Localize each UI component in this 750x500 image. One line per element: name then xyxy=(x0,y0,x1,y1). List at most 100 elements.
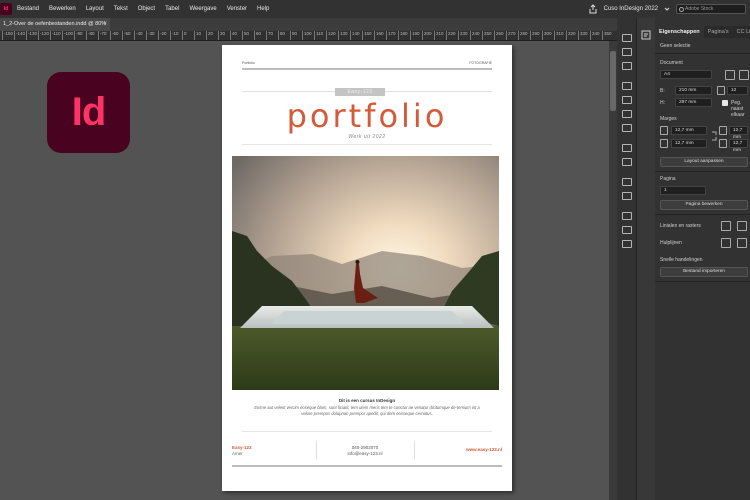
margin-bottom-field[interactable]: 12,7 mm xyxy=(671,139,707,148)
ruler-tick: 0 xyxy=(182,31,187,40)
ruler-tick: -120 xyxy=(38,31,49,40)
link-margins-icon[interactable] xyxy=(711,131,717,141)
color-icon[interactable] xyxy=(622,110,632,118)
ruler-tick: 330 xyxy=(578,31,588,40)
portrait-orientation-icon[interactable] xyxy=(725,70,735,80)
brand-badge: Easy-123 xyxy=(335,88,385,96)
document-tab-label: 1_2-Over de oefenbestanden.indd @ 80% xyxy=(3,21,107,27)
ruler-tick: 280 xyxy=(518,31,528,40)
document-page[interactable]: Portfolio FOTOGRAFIE Easy-123 portfolio … xyxy=(222,45,512,491)
menu-venster[interactable]: Venster xyxy=(222,6,252,12)
menu-weergave[interactable]: Weergave xyxy=(184,6,221,12)
edit-page-button[interactable]: Pagina bewerken xyxy=(660,200,748,210)
workspace-switcher[interactable]: Cuso InDesign 2022 xyxy=(604,6,658,12)
landscape-orientation-icon[interactable] xyxy=(739,70,749,80)
footer-separator xyxy=(316,441,317,459)
align-icon[interactable] xyxy=(622,192,632,200)
tab-pages[interactable]: Pagina's xyxy=(704,26,733,38)
footer-email: info@easy-123.nl xyxy=(347,451,383,456)
cover-photo[interactable] xyxy=(232,156,499,390)
cell-styles-icon[interactable] xyxy=(622,240,632,248)
ruler-tick: -150 xyxy=(2,31,13,40)
ruler-tick: -20 xyxy=(158,31,167,40)
panel-icon-strip-2 xyxy=(637,18,655,500)
swatches-icon[interactable] xyxy=(622,96,632,104)
menu-object[interactable]: Object xyxy=(133,6,160,12)
gradient-icon[interactable] xyxy=(622,124,632,132)
footer-website: www.easy-123.nl xyxy=(466,447,502,452)
pages-count-field[interactable]: 12 xyxy=(727,86,748,95)
tab-cc-libraries[interactable]: CC Libraries xyxy=(733,26,750,38)
grass xyxy=(232,326,499,390)
margin-right-field[interactable]: 12,7 mm xyxy=(729,139,748,153)
ruler-tick: 20 xyxy=(206,31,213,40)
rulers-grids-label: Linialen en rasters xyxy=(660,223,701,229)
document-tab[interactable]: 1_2-Over de oefenbestanden.indd @ 80% × xyxy=(0,18,110,31)
facing-pages-checkbox[interactable] xyxy=(722,100,728,106)
smart-guides-icon[interactable] xyxy=(737,238,747,248)
menu-help[interactable]: Help xyxy=(252,6,274,12)
indesign-app-icon[interactable]: Id xyxy=(0,3,12,15)
menu-bestand[interactable]: Bestand xyxy=(12,6,44,12)
ruler-tick: 230 xyxy=(458,31,468,40)
ruler-tick: -50 xyxy=(122,31,131,40)
menu-tekst[interactable]: Tekst xyxy=(109,6,133,12)
text-wrap-icon[interactable] xyxy=(622,178,632,186)
pages-count-icon xyxy=(717,86,725,95)
paragraph-styles-icon[interactable] xyxy=(622,158,632,166)
panel-divider xyxy=(655,281,750,282)
guides-icon[interactable] xyxy=(721,238,731,248)
stroke-icon[interactable] xyxy=(622,82,632,90)
divider-line xyxy=(242,144,492,145)
document-section-label: Document xyxy=(660,60,683,66)
width-field[interactable]: 210 mm xyxy=(675,86,712,95)
ruler-tick: -140 xyxy=(14,31,25,40)
links-icon[interactable] xyxy=(622,34,632,42)
scrollbar-thumb[interactable] xyxy=(610,51,616,111)
ruler-tick: -30 xyxy=(146,31,155,40)
layout-adjust-button[interactable]: Layout aanpassen xyxy=(660,157,748,167)
height-field[interactable]: 297 mm xyxy=(675,98,712,107)
chevron-down-icon[interactable] xyxy=(664,6,670,12)
layers-icon[interactable] xyxy=(622,48,632,56)
grid-icon[interactable] xyxy=(737,221,747,231)
import-file-button[interactable]: Bestand importeren xyxy=(660,267,748,277)
menu-bewerken[interactable]: Bewerken xyxy=(44,6,81,12)
ruler-tick: -10 xyxy=(170,31,179,40)
margin-left-field[interactable]: 12,7 mm xyxy=(729,126,748,140)
ruler-tick: -40 xyxy=(134,31,143,40)
ruler-tick: 250 xyxy=(482,31,492,40)
ruler-tick: 160 xyxy=(374,31,384,40)
stock-search-input[interactable]: Adobe Stock xyxy=(676,4,746,14)
ruler-tick: 130 xyxy=(338,31,348,40)
vertical-scrollbar[interactable] xyxy=(609,41,617,500)
ruler-tick: 270 xyxy=(506,31,516,40)
document-size-select[interactable]: A4 xyxy=(660,70,712,79)
ruler-tick: 290 xyxy=(530,31,540,40)
character-styles-icon[interactable] xyxy=(622,144,632,152)
properties-icon[interactable] xyxy=(641,30,651,40)
width-label: B: xyxy=(660,88,665,94)
table-icon[interactable] xyxy=(622,226,632,234)
rulers-icon[interactable] xyxy=(721,221,731,231)
page-header-right: FOTOGRAFIE xyxy=(469,61,492,65)
close-icon[interactable]: × xyxy=(103,18,107,31)
margin-top-field[interactable]: 12,7 mm xyxy=(671,126,707,135)
guides-label: Hulplijnen xyxy=(660,240,682,246)
quick-actions-label: Snelle handelingen xyxy=(660,257,703,263)
pool-water xyxy=(272,311,464,324)
margin-right-icon xyxy=(719,139,727,148)
menu-layout[interactable]: Layout xyxy=(81,6,109,12)
pathfinder-icon[interactable] xyxy=(622,212,632,220)
pages-icon[interactable] xyxy=(622,62,632,70)
tab-properties[interactable]: Eigenschappen xyxy=(655,26,704,38)
horizontal-ruler[interactable]: -150 -140 -130 -120 -110 -100 -90 -80 -70 -60 -50-… xyxy=(0,31,617,41)
divider-line xyxy=(242,431,492,432)
share-icon[interactable] xyxy=(588,4,598,14)
page-select[interactable]: 1 xyxy=(660,186,706,195)
height-label: H: xyxy=(660,100,665,106)
indesign-logo: Id xyxy=(47,72,130,153)
ruler-tick: 240 xyxy=(470,31,480,40)
ruler-tick: 90 xyxy=(290,31,297,40)
menu-tabel[interactable]: Tabel xyxy=(160,6,184,12)
